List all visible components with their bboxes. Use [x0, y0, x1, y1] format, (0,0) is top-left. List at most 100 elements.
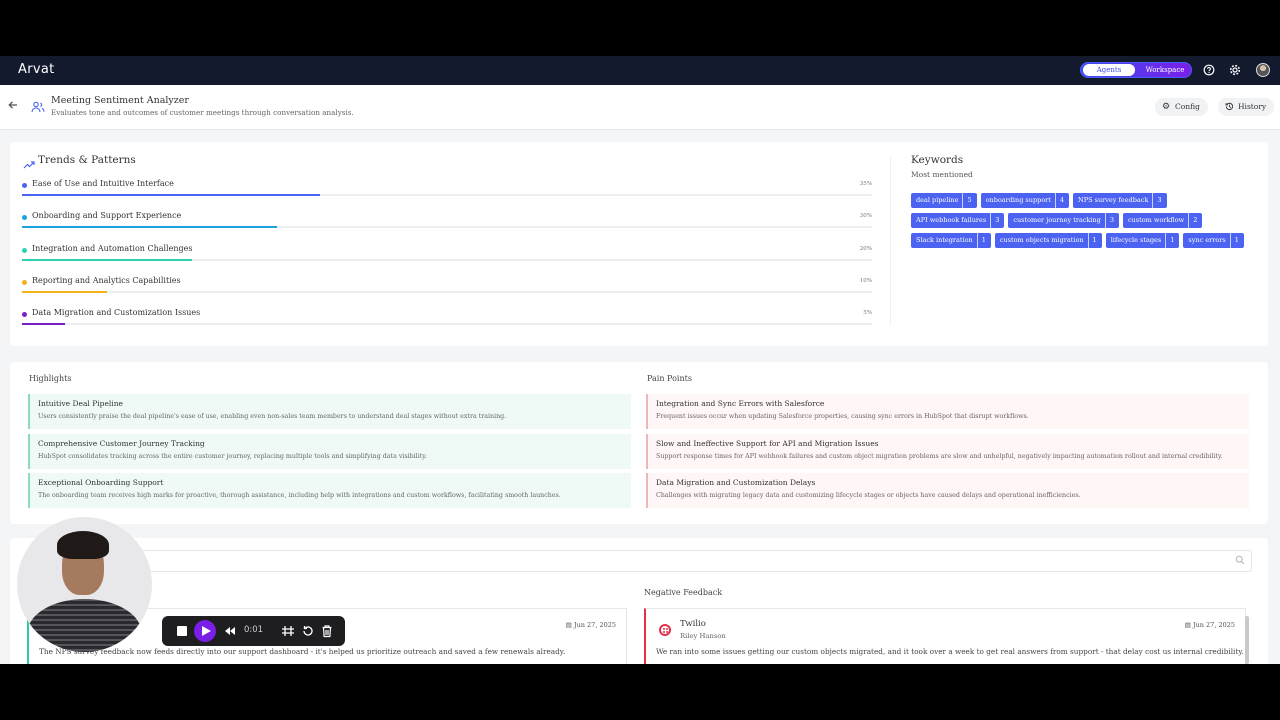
trend-label: Ease of Use and Intuitive Interface	[32, 179, 174, 188]
app-logo[interactable]: Arvat	[18, 62, 55, 77]
keyword-chip-count: 5	[962, 193, 972, 208]
trend-progress-track	[22, 194, 872, 196]
keyword-chip[interactable]: API webhook failures 3	[911, 213, 1005, 228]
trend-progress-fill	[22, 226, 277, 229]
stop-recording-button[interactable]	[174, 623, 190, 639]
highlight-item[interactable]: Intuitive Deal Pipeline Users consistentl…	[28, 394, 631, 429]
keyword-chip-count: 1	[1165, 233, 1174, 248]
keyword-chip-label: Slack integration	[916, 236, 973, 244]
highlight-desc: HubSpot consolidates tracking across the…	[38, 453, 427, 460]
pain-point-desc: Frequent issues occur when updating Sale…	[656, 413, 1029, 420]
trend-item: Onboarding and Support Experience 30%	[22, 210, 872, 240]
search-icon[interactable]	[1235, 555, 1245, 568]
recording-toolbar: 0:01	[162, 616, 345, 646]
play-button[interactable]	[194, 620, 216, 642]
keyword-chip[interactable]: deal pipeline 5	[911, 193, 977, 208]
pain-point-item[interactable]: Integration and Sync Errors with Salesfo…	[646, 394, 1249, 429]
feedback-company: Twilio	[680, 619, 706, 629]
settings-gear-icon[interactable]	[1229, 64, 1241, 76]
keywords-title: Keywords	[911, 154, 964, 166]
feedback-date: ▤ Jun 27, 2025	[565, 621, 616, 629]
trend-item: Reporting and Analytics Capabilities 10%	[22, 275, 872, 305]
agents-workspace-toggle[interactable]: Agents Workspace	[1080, 62, 1192, 78]
trend-progress-track	[22, 226, 872, 229]
trend-percent: 35%	[859, 181, 872, 187]
restart-icon[interactable]	[300, 623, 316, 639]
page-subtitle: Evaluates tone and outcomes of customer …	[51, 108, 354, 117]
pain-point-title: Slow and Ineffective Support for API and…	[656, 439, 879, 448]
twilio-logo-icon	[659, 624, 671, 636]
user-avatar[interactable]	[1256, 63, 1270, 77]
section-divider	[890, 156, 891, 326]
trends-title: Trends & Patterns	[38, 154, 136, 166]
config-button-label: Config	[1175, 102, 1200, 111]
history-button[interactable]: History	[1218, 98, 1275, 118]
keyword-chip-count: 1	[1087, 233, 1097, 248]
history-clock-icon	[1225, 98, 1234, 118]
trend-dot	[22, 279, 27, 285]
keyword-chip-label: NPS survey feedback	[1078, 196, 1149, 204]
scrollbar-thumb[interactable]	[1245, 616, 1249, 664]
trend-label: Onboarding and Support Experience	[32, 211, 182, 221]
keyword-chip[interactable]: onboarding support 4	[980, 193, 1070, 208]
toggle-workspace[interactable]: Workspace	[1139, 64, 1191, 76]
pain-point-desc: Support response times for API webhook f…	[656, 453, 1223, 460]
highlight-title: Comprehensive Customer Journey Tracking	[38, 439, 205, 448]
rewind-icon[interactable]	[222, 623, 238, 639]
highlights-title: Highlights	[29, 374, 72, 383]
keyword-chip-label: deal pipeline	[916, 196, 959, 204]
trend-progress-track	[22, 323, 872, 326]
pain-point-item[interactable]: Data Migration and Customization Delays C…	[646, 473, 1249, 508]
feedback-person: Riley Hanson	[680, 632, 726, 640]
page-title: Meeting Sentiment Analyzer	[51, 95, 189, 106]
toggle-agents[interactable]: Agents	[1083, 64, 1135, 76]
history-button-label: History	[1238, 102, 1267, 111]
delete-trash-icon[interactable]	[319, 623, 335, 639]
trend-progress-fill	[22, 194, 320, 196]
recording-timer: 0:01	[244, 625, 264, 635]
webcam-overlay[interactable]	[17, 517, 152, 652]
keyword-chip-count: 2	[1188, 213, 1197, 228]
trend-progress-fill	[22, 290, 107, 293]
trend-label: Data Migration and Customization Issues	[32, 308, 201, 318]
highlight-item[interactable]: Comprehensive Customer Journey Tracking H…	[28, 434, 631, 469]
agent-header: Meeting Sentiment Analyzer Evaluates ton…	[0, 85, 1280, 130]
config-button[interactable]: ⚙ Config	[1155, 98, 1208, 116]
keyword-chips: deal pipeline 5 onboarding support 4 NPS sur…	[911, 193, 1261, 248]
agent-users-icon	[31, 99, 45, 113]
keyword-chip-label: custom objects migration	[999, 236, 1084, 244]
trend-dot	[22, 183, 27, 188]
keywords-subtitle: Most mentioned	[911, 170, 973, 179]
keyword-chip[interactable]: custom workflow 2	[1122, 213, 1203, 228]
keyword-chip[interactable]: lifecycle stages 1	[1105, 233, 1180, 248]
grid-icon[interactable]	[280, 623, 296, 639]
trend-dot	[22, 247, 27, 253]
trend-progress-fill	[22, 258, 192, 261]
top-nav: Arvat Agents Workspace	[0, 56, 1280, 85]
negative-feedback-item[interactable]: Twilio Riley Hanson ▤ Jun 27, 2025 We ra…	[644, 608, 1246, 664]
trending-up-icon	[23, 155, 35, 169]
keyword-chip-count: 3	[1104, 213, 1114, 228]
keyword-chip[interactable]: custom objects migration 1	[994, 233, 1102, 248]
help-icon[interactable]	[1203, 64, 1215, 76]
highlight-item[interactable]: Exceptional Onboarding Support The onboar…	[28, 473, 631, 508]
keyword-chip[interactable]: sync errors 1	[1183, 233, 1244, 248]
webcam-body	[27, 599, 142, 652]
trend-label: Integration and Automation Challenges	[32, 243, 193, 253]
feedback-search-input[interactable]	[138, 550, 1252, 572]
highlight-title: Intuitive Deal Pipeline	[38, 399, 123, 408]
keyword-chip-label: API webhook failures	[916, 216, 987, 224]
keyword-chip-label: customer journey tracking	[1013, 216, 1101, 224]
keyword-chip-label: lifecycle stages	[1110, 236, 1162, 244]
trend-percent: 5%	[863, 310, 872, 317]
back-arrow-icon[interactable]	[8, 99, 18, 113]
trend-progress-track	[22, 258, 872, 261]
pain-point-item[interactable]: Slow and Ineffective Support for API and…	[646, 434, 1249, 469]
keyword-chip[interactable]: NPS survey feedback 3	[1073, 193, 1167, 208]
highlight-title: Exceptional Onboarding Support	[38, 478, 164, 487]
keyword-chip-count: 3	[990, 213, 999, 228]
negative-feedback-title: Negative Feedback	[644, 588, 723, 597]
keyword-chip[interactable]: Slack integration 1	[911, 233, 991, 248]
keyword-chip-count: 4	[1054, 193, 1064, 208]
keyword-chip[interactable]: customer journey tracking 3	[1008, 213, 1119, 228]
